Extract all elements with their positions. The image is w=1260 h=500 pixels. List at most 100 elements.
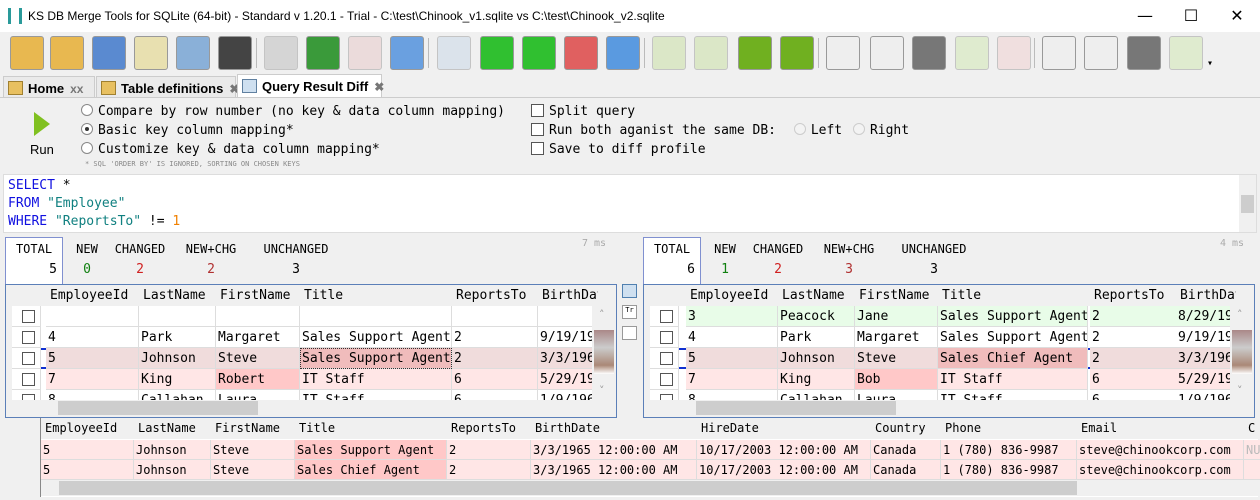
column-header[interactable]: BirthDate bbox=[1176, 285, 1236, 306]
binoculars-icon[interactable] bbox=[218, 36, 252, 70]
table-row[interactable]: 7KingBobIT Staff65/29/1970 bbox=[650, 369, 1230, 390]
close-button[interactable]: ✕ bbox=[1214, 0, 1260, 32]
table-row[interactable]: 5JohnsonSteveSales Support Agent23/3/196… bbox=[12, 348, 592, 369]
column-header[interactable]: FirstName bbox=[855, 285, 938, 306]
table-cell[interactable]: 5/29/1970 bbox=[1176, 369, 1230, 390]
table-cell[interactable]: Sales Support Agent bbox=[938, 327, 1088, 348]
column-header[interactable]: LastName bbox=[778, 285, 855, 306]
column-header[interactable]: Title bbox=[295, 418, 447, 439]
table-cell[interactable]: 6 bbox=[1090, 369, 1177, 390]
table-row[interactable]: 8CallahanLauraIT Staff61/9/1968 bbox=[12, 390, 592, 400]
radio[interactable] bbox=[81, 123, 93, 135]
table-cell[interactable]: 5 bbox=[46, 348, 139, 369]
column-header[interactable]: BirthDate bbox=[538, 285, 598, 306]
table-cell[interactable]: Bob bbox=[855, 369, 938, 390]
table-cell[interactable]: 8/29/1973 bbox=[1176, 306, 1230, 327]
column-header[interactable]: ReportsTo bbox=[447, 418, 531, 439]
column-header[interactable]: FirstName bbox=[211, 418, 295, 439]
table-cell[interactable]: Park bbox=[778, 327, 855, 348]
table-cell[interactable]: 3/3/1965 bbox=[1176, 348, 1230, 369]
table-cell[interactable]: 10/17/2003 12:00:00 AM bbox=[697, 460, 871, 480]
table-cell[interactable]: Steve bbox=[211, 440, 295, 460]
copy-to-right-icon[interactable] bbox=[955, 36, 989, 70]
table-cell[interactable]: 5/29/1970 bbox=[538, 369, 592, 390]
close-tab-icon[interactable]: xx bbox=[70, 82, 83, 96]
table-cell[interactable]: Sales Support Agent bbox=[300, 327, 452, 348]
scroll-up-arrow[interactable]: ˄ bbox=[599, 308, 605, 321]
table-cell[interactable]: Steve bbox=[855, 348, 938, 369]
column-header[interactable]: BirthDate bbox=[531, 418, 697, 439]
table-cell[interactable]: 1/9/1968 bbox=[1176, 390, 1230, 400]
table-row[interactable]: 4ParkMargaretSales Support Agent29/19/19… bbox=[650, 327, 1230, 348]
table-cell[interactable]: King bbox=[139, 369, 216, 390]
horizontal-scrollbar[interactable] bbox=[650, 400, 1254, 416]
row-checkbox[interactable] bbox=[660, 331, 673, 344]
check-all-right-icon[interactable] bbox=[1042, 36, 1076, 70]
save-profile-checkbox[interactable]: Save to diff profile bbox=[531, 142, 706, 157]
table-cell[interactable]: 10/17/2003 12:00:00 AM bbox=[697, 440, 871, 460]
grid-changed-green-icon[interactable] bbox=[522, 36, 556, 70]
table-cell[interactable]: Sales Chief Agent bbox=[938, 348, 1088, 369]
select-query-icon[interactable] bbox=[134, 36, 168, 70]
row-checkbox[interactable] bbox=[22, 373, 35, 386]
uncheck-all-right-icon[interactable] bbox=[1084, 36, 1118, 70]
table-cell[interactable]: Margaret bbox=[855, 327, 938, 348]
table-cell[interactable]: 3/3/1965 12:00:00 AM bbox=[531, 460, 697, 480]
right-radio[interactable] bbox=[852, 123, 865, 135]
table-cell[interactable] bbox=[452, 306, 538, 327]
radio[interactable] bbox=[81, 142, 93, 154]
table-cell[interactable]: 5 bbox=[686, 348, 778, 369]
table-cell[interactable]: 4 bbox=[46, 327, 139, 348]
stat-tab-new-chg[interactable]: NEW+CHG 3 bbox=[813, 242, 885, 277]
table-cell[interactable] bbox=[300, 306, 452, 327]
stat-tab-new[interactable]: NEW 1 bbox=[705, 242, 745, 277]
column-header[interactable]: Title bbox=[300, 285, 452, 306]
table-cell[interactable]: 5 bbox=[41, 440, 134, 460]
maximize-button[interactable]: ☐ bbox=[1168, 0, 1214, 32]
table-cell[interactable]: Laura bbox=[216, 390, 300, 400]
table-row[interactable]: 8CallahanLauraIT Staff61/9/1968 bbox=[650, 390, 1230, 400]
move-down-end-icon[interactable] bbox=[652, 36, 686, 70]
check-all-left-icon[interactable] bbox=[826, 36, 860, 70]
table-cell[interactable]: 9/19/1947 bbox=[1176, 327, 1230, 348]
scroll-thumb[interactable] bbox=[1232, 330, 1252, 374]
row-checkbox[interactable] bbox=[660, 352, 673, 365]
column-header[interactable]: Country bbox=[871, 418, 941, 439]
table-row[interactable]: 5 Johnson Steve Sales Chief Agent 2 3/3/1965 … bbox=[41, 460, 1260, 480]
table-row[interactable]: 3PeacockJaneSales Support Agent28/29/197… bbox=[650, 306, 1230, 327]
open-key-icon[interactable] bbox=[50, 36, 84, 70]
stat-tab-total[interactable]: TOTAL 6 bbox=[643, 242, 701, 277]
run-button[interactable]: Run bbox=[14, 104, 68, 160]
table-cell[interactable]: Robert bbox=[216, 369, 300, 390]
excel-export-icon[interactable] bbox=[306, 36, 340, 70]
row-checkbox[interactable] bbox=[660, 310, 673, 323]
stat-tab-new-chg[interactable]: NEW+CHG 2 bbox=[175, 242, 247, 277]
table-cell[interactable]: Laura bbox=[855, 390, 938, 400]
column-header[interactable]: FirstName bbox=[216, 285, 300, 306]
table-cell[interactable]: NU bbox=[1244, 440, 1260, 460]
table-row[interactable]: 4ParkMargaretSales Support Agent29/19/19… bbox=[12, 327, 592, 348]
column-header[interactable]: LastName bbox=[134, 418, 211, 439]
column-header[interactable]: LastName bbox=[139, 285, 216, 306]
text-wrap-icon[interactable] bbox=[622, 326, 637, 340]
table-cell[interactable]: 6 bbox=[452, 369, 538, 390]
scroll-down-arrow[interactable]: ˅ bbox=[599, 384, 605, 397]
scroll-thumb[interactable] bbox=[696, 401, 896, 415]
stat-tab-unchanged[interactable]: UNCHANGED 3 bbox=[889, 242, 979, 277]
table-cell[interactable]: 2 bbox=[447, 460, 531, 480]
table-cell[interactable]: Canada bbox=[871, 440, 941, 460]
split-query-checkbox[interactable]: Split query bbox=[531, 104, 635, 119]
table-cell[interactable]: Jane bbox=[855, 306, 938, 327]
table-cell[interactable] bbox=[538, 306, 592, 327]
table-row[interactable] bbox=[12, 306, 592, 327]
stat-tab-unchanged[interactable]: UNCHANGED 3 bbox=[251, 242, 341, 277]
table-cell[interactable]: steve@chinookcorp.com bbox=[1077, 460, 1244, 480]
stat-tab-changed[interactable]: CHANGED 2 bbox=[109, 242, 171, 277]
toolbar-overflow-button[interactable]: ▾ bbox=[1207, 58, 1213, 69]
table-cell[interactable] bbox=[1244, 460, 1260, 480]
table-cell[interactable]: Peacock bbox=[778, 306, 855, 327]
table-cell[interactable]: 4 bbox=[686, 327, 778, 348]
table-cell[interactable]: 2 bbox=[452, 327, 538, 348]
table-cell[interactable]: IT Staff bbox=[938, 390, 1088, 400]
table-cell[interactable]: Johnson bbox=[134, 440, 211, 460]
